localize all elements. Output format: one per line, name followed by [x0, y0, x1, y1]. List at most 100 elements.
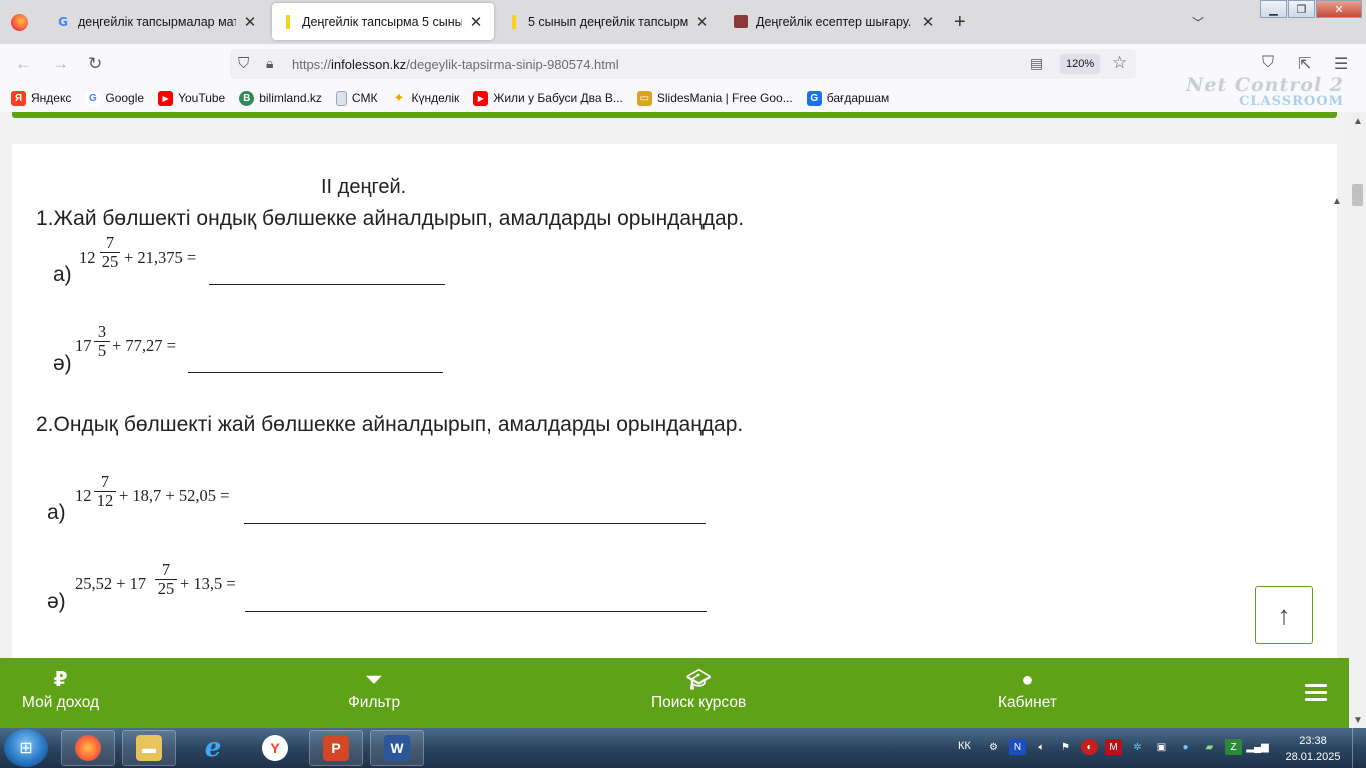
close-tab-icon[interactable]: ✕ — [468, 13, 484, 31]
tab-title: Деңгейлік тапсырма 5 сынып — [302, 14, 462, 29]
pocket-icon[interactable]: ⛉ — [1262, 54, 1274, 72]
minimize-icon[interactable]: ▁ — [1260, 0, 1287, 18]
bookmark-smk[interactable]: СМК — [335, 90, 377, 106]
system-tray: ⚙ N 🔈︎ ⚑ ◐ M ✲ ▣ ● ▰ Z ▂▄▆ — [985, 739, 1273, 755]
kundelik-icon: ✦ — [393, 90, 405, 105]
window-close-icon[interactable]: ✕ — [1316, 0, 1362, 18]
fraction: 7 25 — [155, 561, 177, 598]
close-tab-icon[interactable]: ✕ — [920, 13, 936, 31]
netcontrol-icon[interactable]: N — [1009, 739, 1026, 755]
tab-title: деңгейлік тапсырмалар матем — [78, 14, 236, 29]
bookmark-yandex[interactable]: Я Яндекс — [11, 90, 71, 106]
navigation-toolbar: ← → ↻ ⛉ 🔒︎ https://infolesson.kz/degeyli… — [0, 44, 1366, 84]
item-label: а) — [47, 501, 66, 524]
bluetooth-icon[interactable]: ✲ — [1129, 739, 1146, 755]
security-center-icon[interactable]: ▰ — [1201, 739, 1218, 755]
action-center-flag-icon[interactable]: ⚑ — [1057, 739, 1074, 755]
list-all-tabs-icon[interactable]: ﹀ — [1192, 14, 1204, 31]
ruble-icon: ₽ — [53, 669, 68, 691]
windows-start-button[interactable]: ⊞ — [4, 729, 48, 767]
scrollbar-thumb[interactable] — [1352, 184, 1363, 206]
graduation-cap-icon: 🎓︎ — [685, 669, 712, 691]
tab-1[interactable]: G деңгейлік тапсырмалар матем ✕ — [46, 3, 268, 40]
answer-line — [244, 523, 706, 524]
taskbar-firefox[interactable] — [61, 730, 115, 766]
maximize-icon[interactable]: ❐ — [1288, 0, 1315, 18]
taskbar-word[interactable]: W — [370, 730, 424, 766]
app-menu-icon[interactable]: ☰ — [1334, 54, 1348, 74]
fraction: 7 12 — [94, 473, 116, 510]
course-search-button[interactable]: 🎓︎ Поиск курсов — [651, 668, 746, 712]
hamburger-menu-icon[interactable] — [1305, 684, 1327, 705]
answer-line — [188, 372, 443, 373]
tab-3[interactable]: 5 сынып деңгейлік тапсырмал ✕ — [498, 3, 720, 40]
header-accent-bar — [12, 112, 1337, 118]
volume-icon[interactable]: 🔈︎ — [1033, 739, 1050, 755]
taskbar-powerpoint[interactable]: P — [309, 730, 363, 766]
bookmark-google[interactable]: G Google — [85, 90, 144, 106]
tab-4[interactable]: Деңгейлік есептер шығару. 5- ✕ — [724, 3, 946, 40]
bookmark-kundelik[interactable]: ✦ Күнделік — [391, 90, 460, 106]
answer-line — [245, 611, 707, 612]
user-icon: ● — [1021, 669, 1034, 691]
taskbar-yandex[interactable]: Y — [248, 730, 302, 766]
language-indicator[interactable]: КК — [958, 740, 971, 752]
whole-number: 12 — [79, 248, 96, 267]
zoom-level[interactable]: 120% — [1060, 54, 1101, 74]
cabinet-button[interactable]: ● Кабинет — [998, 668, 1057, 712]
site-bottom-bar: ₽ Мой доход ⏷ Фильтр 🎓︎ Поиск курсов ● К… — [0, 658, 1349, 728]
new-tab-icon[interactable]: + — [954, 11, 966, 34]
page-icon — [335, 90, 347, 106]
infolesson-icon — [512, 14, 516, 29]
url-text[interactable]: https://infolesson.kz/degeylik-tapsirma-… — [292, 57, 619, 72]
taskbar-explorer[interactable]: ▬ — [122, 730, 176, 766]
scroll-up-icon[interactable]: ▲ — [1353, 116, 1363, 127]
bookmark-bagdarsham[interactable]: Gбағдаршам — [806, 90, 889, 106]
tab-2[interactable]: Деңгейлік тапсырма 5 сынып ✕ — [272, 3, 494, 40]
update-icon[interactable]: Z — [1225, 739, 1242, 755]
forward-icon[interactable]: → — [52, 54, 69, 74]
window-controls: ▁ ❐ ✕ — [1259, 0, 1362, 18]
bookmark-slidesmania[interactable]: ▭ SlidesMania | Free Goo... — [636, 90, 793, 106]
internet-explorer-icon: e — [204, 733, 222, 763]
bookmark-youtube[interactable]: ▶ YouTube — [158, 90, 225, 106]
bookmark-video[interactable]: ▶ Жили у Бабуси Два В... — [473, 90, 623, 106]
page-viewport: ▲ II деңгей. 1.Жай бөлшекті ондық бөлшек… — [0, 112, 1349, 658]
firefox-menu-button[interactable] — [6, 10, 32, 34]
close-tab-icon[interactable]: ✕ — [694, 13, 710, 31]
expression-rest: + 18,7 + 52,05 = — [119, 486, 230, 505]
bookmark-bilimland[interactable]: Bbilimland.kz — [239, 90, 322, 106]
my-income-button[interactable]: ₽ Мой доход — [22, 668, 99, 712]
back-icon[interactable]: ← — [15, 54, 32, 74]
usb-icon[interactable]: ▣ — [1153, 739, 1170, 755]
reader-view-icon[interactable]: ▤ — [1030, 55, 1043, 72]
fraction: 7 25 — [100, 233, 120, 271]
reload-icon[interactable]: ↻ — [88, 54, 102, 74]
extensions-icon[interactable]: ⇱ — [1298, 54, 1311, 74]
page-scrollbar[interactable]: ▲ ▼ — [1349, 112, 1366, 728]
location-icon[interactable]: ● — [1177, 739, 1194, 755]
youtube-icon: ▶ — [473, 90, 489, 106]
mcafee-icon[interactable]: M — [1105, 739, 1122, 755]
answer-line — [209, 284, 445, 285]
address-bar[interactable]: ⛉ 🔒︎ https://infolesson.kz/degeylik-taps… — [230, 49, 1136, 79]
scroll-up-icon[interactable]: ▲ — [1332, 196, 1342, 207]
system-clock[interactable]: 23:38 28.01.2025 — [1282, 733, 1344, 765]
yandex-browser-icon: Y — [262, 735, 288, 761]
lock-icon[interactable]: 🔒︎ — [266, 55, 273, 72]
show-desktop-button[interactable] — [1352, 728, 1366, 768]
whole-number: 12 — [75, 486, 92, 505]
bookmark-star-icon[interactable]: ☆ — [1112, 53, 1127, 73]
network-signal-icon[interactable]: ▂▄▆ — [1246, 739, 1268, 755]
taskbar-ie[interactable]: e — [186, 730, 240, 766]
scroll-down-icon[interactable]: ▼ — [1353, 715, 1363, 726]
close-tab-icon[interactable]: ✕ — [242, 13, 258, 31]
level-heading: II деңгей. — [321, 176, 407, 198]
filter-button[interactable]: ⏷ Фильтр — [348, 668, 400, 712]
slides-icon: ▭ — [636, 90, 652, 106]
antivirus-icon[interactable]: ◐ — [1081, 739, 1098, 755]
tools-icon[interactable]: ⚙ — [985, 739, 1002, 755]
scroll-to-top-button[interactable]: ↑ — [1255, 586, 1313, 644]
google-icon: G — [58, 14, 68, 29]
tracking-protection-icon[interactable]: ⛉ — [238, 55, 249, 72]
